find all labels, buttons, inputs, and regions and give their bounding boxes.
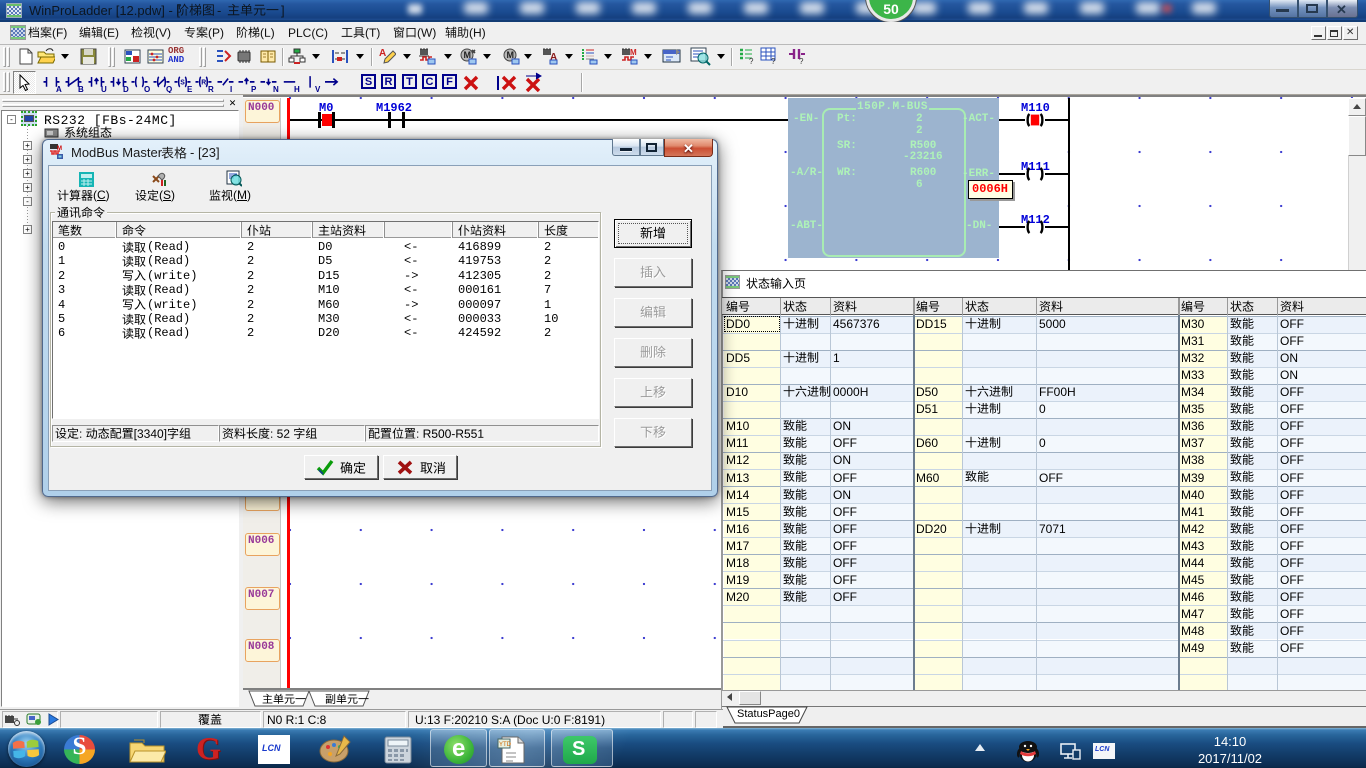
svg-text:B: B [78, 85, 84, 93]
svg-text:?: ? [799, 57, 804, 65]
svg-text:U: U [101, 85, 107, 93]
svg-text:A: A [379, 48, 386, 59]
svg-text:M: M [57, 146, 62, 152]
svg-text:S: S [180, 78, 185, 86]
svg-text:M: M [630, 48, 637, 57]
svg-text:?: ? [771, 57, 776, 65]
svg-text:?: ? [749, 57, 754, 65]
svg-text:R: R [208, 85, 214, 93]
svg-text:A: A [56, 85, 62, 93]
svg-text:O: O [144, 85, 150, 93]
svg-text:R: R [201, 78, 206, 86]
svg-text:I: I [230, 85, 232, 93]
svg-text:P: P [251, 85, 257, 93]
svg-text:YTD: YTD [499, 742, 512, 748]
